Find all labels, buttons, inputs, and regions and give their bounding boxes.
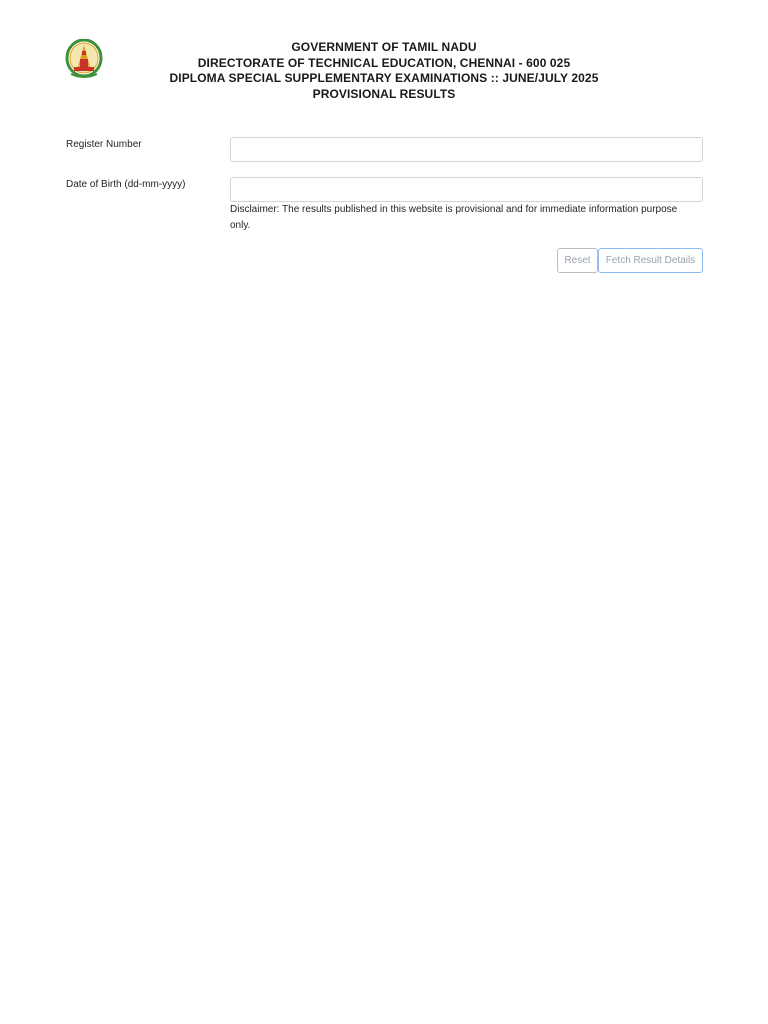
fetch-result-button[interactable]: Fetch Result Details [598,248,703,273]
disclaimer-text: Disclaimer: The results published in thi… [230,204,678,231]
dob-input[interactable] [230,177,703,202]
directorate-title: DIRECTORATE OF TECHNICAL EDUCATION, CHEN… [197,55,571,70]
examination-title: DIPLOMA SPECIAL SUPPLEMENTARY EXAMINATIO… [169,71,599,86]
results-page: GOVERNMENT OF TAMIL NADU DIRECTORATE OF … [0,0,768,1024]
results-title: PROVISIONAL RESULTS [312,86,456,101]
dob-label: Date of Birth (dd-mm-yyyy) [66,179,186,190]
register-number-label: Register Number [66,139,142,150]
reset-button[interactable]: Reset [557,248,598,273]
register-number-input[interactable] [230,137,703,162]
page-header: GOVERNMENT OF TAMIL NADU DIRECTORATE OF … [0,40,768,102]
government-title: GOVERNMENT OF TAMIL NADU [291,40,477,54]
